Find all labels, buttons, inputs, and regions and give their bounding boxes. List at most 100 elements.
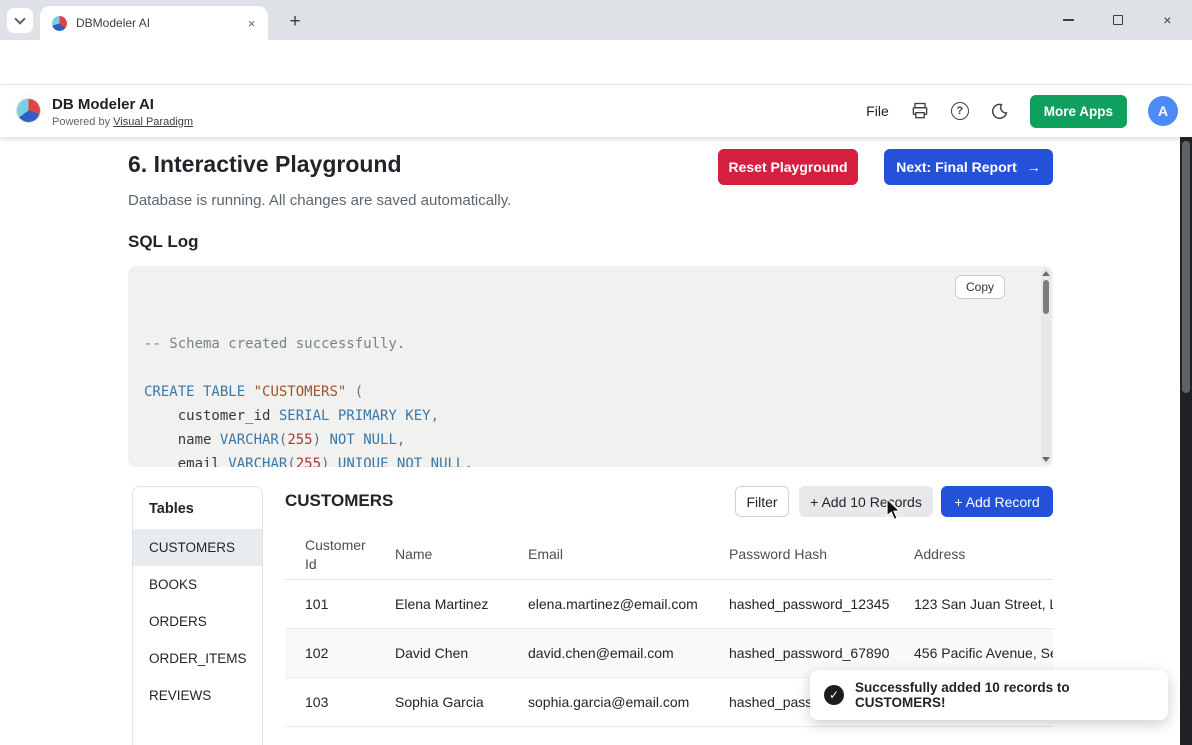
cell-password_hash: hashed_password_67890	[729, 645, 914, 661]
tab-strip: DBModeler AI × + ×	[0, 0, 1192, 40]
copy-button[interactable]: Copy	[955, 275, 1005, 299]
sidebar-item-customers[interactable]: CUSTOMERS	[133, 529, 262, 566]
code-token: email	[144, 456, 228, 467]
toast-message: Successfully added 10 records to CUSTOME…	[855, 680, 1154, 710]
page-title: 6. Interactive Playground	[128, 151, 402, 178]
code-token	[346, 384, 354, 400]
code-token: NOT NULL	[329, 432, 396, 448]
sql-code: -- Schema created successfully. CREATE T…	[144, 332, 1037, 467]
header-actions: File ? More Apps A	[866, 85, 1178, 137]
column-header: Password Hash	[729, 545, 914, 564]
code-token: 255	[287, 432, 312, 448]
maximize-button[interactable]	[1103, 5, 1133, 35]
app-logo-icon	[13, 95, 44, 126]
cell-customer_id: 103	[305, 694, 395, 710]
sidebar-item-books[interactable]: BOOKS	[133, 566, 262, 603]
cell-password_hash: hashed_password_12345	[729, 596, 914, 612]
tables-list: CUSTOMERSBOOKSORDERSORDER_ITEMSREVIEWS	[133, 529, 262, 714]
code-line: CREATE TABLE "CUSTOMERS" (	[144, 380, 1037, 404]
page-scrollbar[interactable]	[1180, 137, 1192, 745]
cell-address: 123 San Juan Street, Lo	[914, 596, 1053, 612]
reset-playground-button[interactable]: Reset Playground	[718, 149, 858, 185]
chevron-down-icon	[14, 13, 25, 24]
sidebar-item-reviews[interactable]: REVIEWS	[133, 677, 262, 714]
code-token	[329, 456, 337, 467]
code-token: customer_id	[144, 408, 279, 424]
code-token: ,	[397, 432, 405, 448]
powered-by-prefix: Powered by	[52, 116, 113, 128]
tab-search-button[interactable]	[7, 8, 33, 33]
code-scrollbar-thumb[interactable]	[1043, 280, 1049, 314]
print-icon[interactable]	[910, 101, 930, 121]
powered-by: Powered by Visual Paradigm	[52, 116, 193, 128]
close-button[interactable]: ×	[1152, 5, 1182, 35]
sql-log-title: SQL Log	[128, 232, 199, 252]
code-scrollbar[interactable]	[1041, 268, 1051, 465]
column-header: Name	[395, 545, 528, 564]
code-line: email VARCHAR(255) UNIQUE NOT NULL,	[144, 452, 1037, 467]
cell-name: Sophia Garcia	[395, 694, 528, 710]
code-token: CREATE TABLE	[144, 384, 245, 400]
minimize-button[interactable]	[1054, 5, 1084, 35]
cell-email: david.chen@email.com	[528, 645, 729, 661]
scroll-down-icon[interactable]	[1042, 457, 1050, 462]
arrow-right-icon: →	[1027, 159, 1041, 175]
code-line: name VARCHAR(255) NOT NULL,	[144, 428, 1037, 452]
file-menu[interactable]: File	[866, 103, 889, 119]
code-token: ,	[464, 456, 472, 467]
next-button-label: Next: Final Report	[896, 159, 1017, 175]
toast-notification: ✓ Successfully added 10 records to CUSTO…	[810, 670, 1168, 720]
cell-customer_id: 101	[305, 596, 395, 612]
app-user-avatar[interactable]: A	[1148, 96, 1178, 126]
code-token: UNIQUE NOT NULL	[338, 456, 464, 467]
code-token: "CUSTOMERS"	[254, 384, 347, 400]
column-header: Email	[528, 545, 729, 564]
code-token: )	[313, 432, 321, 448]
add-10-records-button[interactable]: + Add 10 Records	[799, 486, 933, 517]
code-token: (	[355, 384, 363, 400]
sql-log-block: -- Schema created successfully. CREATE T…	[128, 266, 1053, 467]
code-token: SERIAL PRIMARY KEY	[279, 408, 431, 424]
app-name: DB Modeler AI	[52, 96, 154, 113]
favicon-icon	[52, 16, 67, 31]
code-line: customer_id SERIAL PRIMARY KEY,	[144, 404, 1037, 428]
code-token: ,	[431, 408, 439, 424]
browser-tab[interactable]: DBModeler AI ×	[40, 6, 268, 40]
tab-close-icon[interactable]: ×	[243, 15, 260, 32]
filter-button[interactable]: Filter	[735, 486, 789, 517]
code-line	[144, 356, 1037, 380]
cell-name: Elena Martinez	[395, 596, 528, 612]
page-scrollbar-thumb[interactable]	[1182, 141, 1190, 393]
tables-panel-title: Tables	[133, 487, 262, 529]
sidebar-item-orders[interactable]: ORDERS	[133, 603, 262, 640]
dark-mode-moon-icon[interactable]	[990, 102, 1009, 121]
table-row[interactable]: 101Elena Martinezelena.martinez@email.co…	[285, 580, 1053, 629]
window-controls: ×	[1044, 0, 1192, 40]
visual-paradigm-link[interactable]: Visual Paradigm	[113, 116, 193, 128]
table-header-row: Customer IdNameEmailPassword HashAddress	[285, 530, 1053, 580]
success-check-icon: ✓	[824, 685, 844, 705]
tables-panel: Tables CUSTOMERSBOOKSORDERSORDER_ITEMSRE…	[132, 486, 263, 745]
help-icon: ?	[956, 105, 963, 117]
status-text: Database is running. All changes are sav…	[128, 192, 511, 209]
code-token: 255	[296, 456, 321, 467]
tab-title: DBModeler AI	[76, 16, 243, 30]
code-line: -- Schema created successfully.	[144, 332, 1037, 356]
help-button[interactable]: ?	[951, 102, 969, 120]
cell-address: 456 Pacific Avenue, Sea	[914, 645, 1053, 661]
next-final-report-button[interactable]: Next: Final Report →	[884, 149, 1053, 185]
add-record-button[interactable]: + Add Record	[941, 486, 1053, 517]
sidebar-item-order_items[interactable]: ORDER_ITEMS	[133, 640, 262, 677]
code-token: (	[287, 456, 295, 467]
browser-toolbar: ← → ai-toolbox.visual-paradigm.com/app/d…	[0, 40, 1192, 85]
more-apps-button[interactable]: More Apps	[1030, 95, 1127, 128]
code-token: -- Schema created successfully.	[144, 336, 405, 352]
scroll-up-icon[interactable]	[1042, 271, 1050, 276]
new-tab-button[interactable]: +	[282, 9, 308, 35]
cell-customer_id: 102	[305, 645, 395, 661]
code-token: VARCHAR	[228, 456, 287, 467]
column-header: Address	[914, 545, 1053, 564]
browser-window: DBModeler AI × + × ← → ai-toolbox.visual…	[0, 0, 1192, 745]
cell-email: sophia.garcia@email.com	[528, 694, 729, 710]
code-token	[245, 384, 253, 400]
